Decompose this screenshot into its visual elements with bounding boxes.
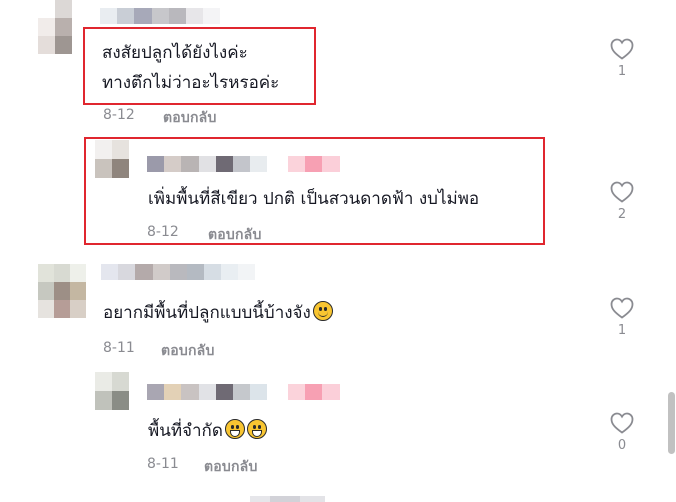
like-count: 2 [617, 207, 627, 222]
heart-outline-icon [610, 412, 634, 434]
comment-date: 8-12 [103, 107, 135, 123]
like-button[interactable]: 1 [602, 297, 642, 338]
heart-outline-icon [610, 181, 634, 203]
comment-date: 8-11 [147, 456, 179, 472]
comment-date: 8-11 [103, 340, 135, 356]
like-button[interactable]: 2 [602, 181, 642, 222]
heart-outline-icon [610, 297, 634, 319]
smiling-face-emoji [312, 301, 333, 321]
comment-date: 8-12 [147, 224, 179, 240]
username-blurred[interactable] [100, 8, 220, 24]
reply-button[interactable]: ตอบกลับ [161, 340, 215, 362]
avatar[interactable] [95, 372, 129, 410]
avatar[interactable] [38, 0, 72, 54]
comment-text-body: อยากมีพื้นที่ปลูกแบบนี้บ้างจัง [103, 303, 311, 323]
comment-text: เพิ่มพื้นที่สีเขียว ปกติ เป็นสวนดาดฟ้า ง… [148, 189, 480, 209]
scrollbar-thumb[interactable] [668, 392, 675, 454]
creator-badge-blurred [288, 384, 340, 400]
username-blurred[interactable] [147, 384, 267, 400]
comment-text: สงสัยปลูกได้ยังไงค่ะ ทางตึกไม่ว่าอะไรหรอ… [102, 38, 279, 98]
reply-button[interactable]: ตอบกลับ [204, 456, 258, 478]
comment-text-line: ทางตึกไม่ว่าอะไรหรอค่ะ [102, 73, 280, 93]
username-blurred[interactable] [101, 264, 255, 280]
reply-button[interactable]: ตอบกลับ [163, 107, 217, 129]
like-count: 0 [617, 438, 627, 453]
like-count: 1 [617, 64, 627, 79]
next-item-cropped [250, 496, 325, 502]
like-button[interactable]: 0 [602, 412, 642, 453]
reply-button[interactable]: ตอบกลับ [208, 224, 262, 246]
like-count: 1 [617, 323, 627, 338]
heart-outline-icon [610, 38, 634, 60]
comment-text: พื้นที่จำกัด [148, 416, 267, 446]
avatar[interactable] [38, 264, 86, 318]
comment-text-line: สงสัยปลูกได้ยังไงค่ะ [102, 43, 248, 63]
like-button[interactable]: 1 [602, 38, 642, 79]
grinning-face-emoji [224, 419, 245, 439]
comment-text-body: พื้นที่จำกัด [148, 421, 223, 441]
comment-text: อยากมีพื้นที่ปลูกแบบนี้บ้างจัง [103, 298, 333, 328]
grinning-face-emoji [246, 419, 267, 439]
